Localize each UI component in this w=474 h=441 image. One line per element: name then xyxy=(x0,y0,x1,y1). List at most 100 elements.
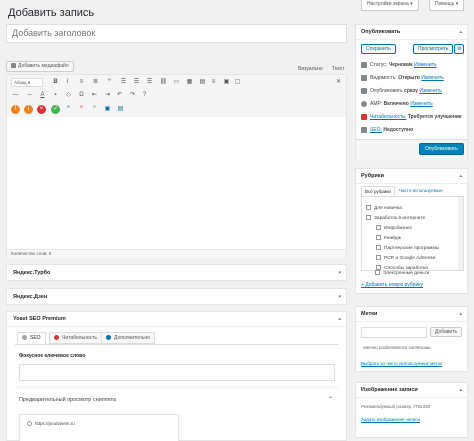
add-tag-button[interactable]: Добавить xyxy=(430,327,463,337)
category-item[interactable]: PCR и Google AdSense xyxy=(376,255,435,263)
preview-settings-button[interactable]: ⚙ xyxy=(454,44,465,54)
category-item[interactable]: Партнерские программы xyxy=(376,245,439,253)
category-item[interactable]: Инфобизнес xyxy=(376,225,412,233)
featured-image-box: Изображение записи ▴ Рекомендуемый разме… xyxy=(355,382,468,438)
publish-time-row: Опубликовать сразу Изменить xyxy=(361,87,442,95)
checkbox[interactable] xyxy=(376,245,381,251)
checkbox[interactable] xyxy=(376,225,381,231)
toolbar-toggle-icon[interactable]: ▤ xyxy=(198,78,207,87)
widget-icon[interactable]: ▣ xyxy=(222,78,231,87)
align-left-icon[interactable]: ☰ xyxy=(119,78,128,87)
preview-button[interactable]: Просмотреть xyxy=(413,44,454,54)
format-select[interactable]: Абзац ▾ xyxy=(11,78,43,87)
read-more-icon[interactable]: ▭ xyxy=(172,78,181,87)
add-category-link[interactable]: + Добавить новую рубрику xyxy=(361,282,423,288)
table-style-icon[interactable]: ▤ xyxy=(116,105,125,114)
category-item[interactable]: Заработок в интернете xyxy=(366,215,425,223)
yoast-tab-advanced[interactable]: Дополнительно xyxy=(101,332,155,344)
info-icon[interactable]: i xyxy=(24,105,33,114)
quote-red-icon[interactable]: “ xyxy=(77,105,86,114)
box-icon[interactable]: ▣ xyxy=(103,105,112,114)
chevron-down-icon[interactable]: ▾ xyxy=(338,294,341,300)
horizontal-line-icon[interactable]: ─ xyxy=(25,91,34,100)
shortcode-icon[interactable]: ▢ xyxy=(233,78,242,87)
snippet-card[interactable]: https://prodvinem.ru xyxy=(19,414,179,441)
align-center-icon[interactable]: ☰ xyxy=(132,78,141,87)
chevron-up-icon[interactable]: ▴ xyxy=(459,29,462,35)
blockquote-icon[interactable]: “ xyxy=(105,78,114,87)
status-edit-link[interactable]: Изменить xyxy=(414,62,437,68)
quote-green-icon[interactable]: “ xyxy=(90,105,99,114)
add-media-button[interactable]: Добавить медиафайл xyxy=(6,61,74,72)
amp-icon xyxy=(361,100,367,107)
checkbox[interactable] xyxy=(366,205,371,211)
special-char-icon[interactable]: Ω xyxy=(77,91,86,100)
align-right-icon[interactable]: ☰ xyxy=(145,78,154,87)
chevron-down-icon[interactable]: ▾ xyxy=(338,270,341,276)
category-item[interactable]: Электронные деньги xyxy=(375,270,429,278)
align-justify-icon[interactable]: ≡ xyxy=(209,78,218,87)
yandex-turbo-box[interactable]: Яндекс.Турбо ▾ xyxy=(6,264,347,281)
eye-icon xyxy=(361,74,367,81)
amp-edit-link[interactable]: Изменить xyxy=(410,101,433,107)
strikethrough-icon[interactable]: — xyxy=(11,91,20,100)
tab-visual[interactable]: Визуально xyxy=(294,65,327,74)
category-label: Партнерские программы xyxy=(384,246,440,251)
bold-icon[interactable]: B xyxy=(51,78,60,87)
category-item[interactable]: Для новичка xyxy=(366,205,402,213)
chevron-up-icon[interactable]: ▴ xyxy=(338,316,341,322)
focus-keyword-input[interactable] xyxy=(19,364,335,381)
outdent-icon[interactable]: ⇤ xyxy=(90,91,99,100)
undo-icon[interactable]: ↶ xyxy=(115,91,124,100)
chevron-up-icon[interactable]: ▴ xyxy=(459,173,462,179)
scrollbar[interactable] xyxy=(458,197,463,270)
warning-icon[interactable]: ! xyxy=(11,105,20,114)
success-icon[interactable]: ✓ xyxy=(51,105,60,114)
tab-text[interactable]: Текст xyxy=(328,65,349,74)
publish-button[interactable]: Опубликовать xyxy=(419,143,464,155)
quote-blue-icon[interactable]: “ xyxy=(64,105,73,114)
chevron-up-icon[interactable]: ▴ xyxy=(459,311,462,317)
yandex-zen-box[interactable]: Яндекс.Дзен ▾ xyxy=(6,288,347,305)
link-icon[interactable]: ⛓ xyxy=(159,78,168,87)
choose-tags-link[interactable]: Выбрать из часто используемых меток xyxy=(361,361,442,366)
readability-value: Требуется улучшение xyxy=(407,114,462,120)
tab-popular-categories[interactable]: Часто используемые xyxy=(396,186,446,196)
category-label: Электронные деньги xyxy=(383,271,430,276)
fullscreen-icon[interactable]: ✕ xyxy=(334,78,343,87)
editor-area[interactable]: Абзац ▾ B I ≡ ≣ “ ☰ ☰ ☰ ⛓ ▭ ▦ ▤ ≡ ▣ ▢ ✕ … xyxy=(6,74,347,258)
set-featured-image-link[interactable]: Задать изображение записи xyxy=(361,417,420,422)
indent-icon[interactable]: ⇥ xyxy=(103,91,112,100)
format-select-value: Абзац xyxy=(14,80,27,85)
italic-icon[interactable]: I xyxy=(63,78,72,87)
checkbox[interactable] xyxy=(376,235,381,241)
checkbox[interactable] xyxy=(375,270,380,276)
help-icon[interactable]: ? xyxy=(140,91,149,100)
chevron-up-icon[interactable]: ▴ xyxy=(459,387,462,393)
screen-options-button[interactable]: Настройки экрана ▾ xyxy=(361,0,419,11)
error-icon[interactable]: × xyxy=(37,105,46,114)
checkbox[interactable] xyxy=(376,255,381,261)
gear-icon: ⚙ xyxy=(457,46,462,52)
publish-time-edit-link[interactable]: Изменить xyxy=(419,88,442,94)
paste-text-icon[interactable]: ▪ xyxy=(51,91,60,100)
chevron-up-icon[interactable]: ⌃ xyxy=(328,396,333,403)
yoast-tab-readability[interactable]: Читабельность xyxy=(49,332,103,344)
redo-icon[interactable]: ↷ xyxy=(128,91,137,100)
readability-label[interactable]: Читабельность: xyxy=(370,114,406,120)
bullet-list-icon[interactable]: ≡ xyxy=(77,78,86,87)
tag-input[interactable] xyxy=(361,327,427,338)
tab-all-categories[interactable]: Все рубрики xyxy=(361,186,395,196)
visibility-edit-link[interactable]: Изменить xyxy=(421,75,444,81)
category-item[interactable]: Кнайдж xyxy=(376,235,401,243)
yoast-tab-seo[interactable]: SEO xyxy=(17,332,46,344)
save-draft-button[interactable]: Сохранить xyxy=(361,44,396,54)
clear-format-icon[interactable]: ◇ xyxy=(64,91,73,100)
checkbox[interactable] xyxy=(366,215,371,221)
seo-label[interactable]: SEO: xyxy=(370,127,382,133)
text-color-icon[interactable]: A xyxy=(38,91,47,100)
help-button[interactable]: Помощь ▾ xyxy=(429,0,465,11)
title-input[interactable]: Добавить заголовок xyxy=(6,24,347,43)
numbered-list-icon[interactable]: ≣ xyxy=(91,78,100,87)
table-icon[interactable]: ▦ xyxy=(185,78,194,87)
